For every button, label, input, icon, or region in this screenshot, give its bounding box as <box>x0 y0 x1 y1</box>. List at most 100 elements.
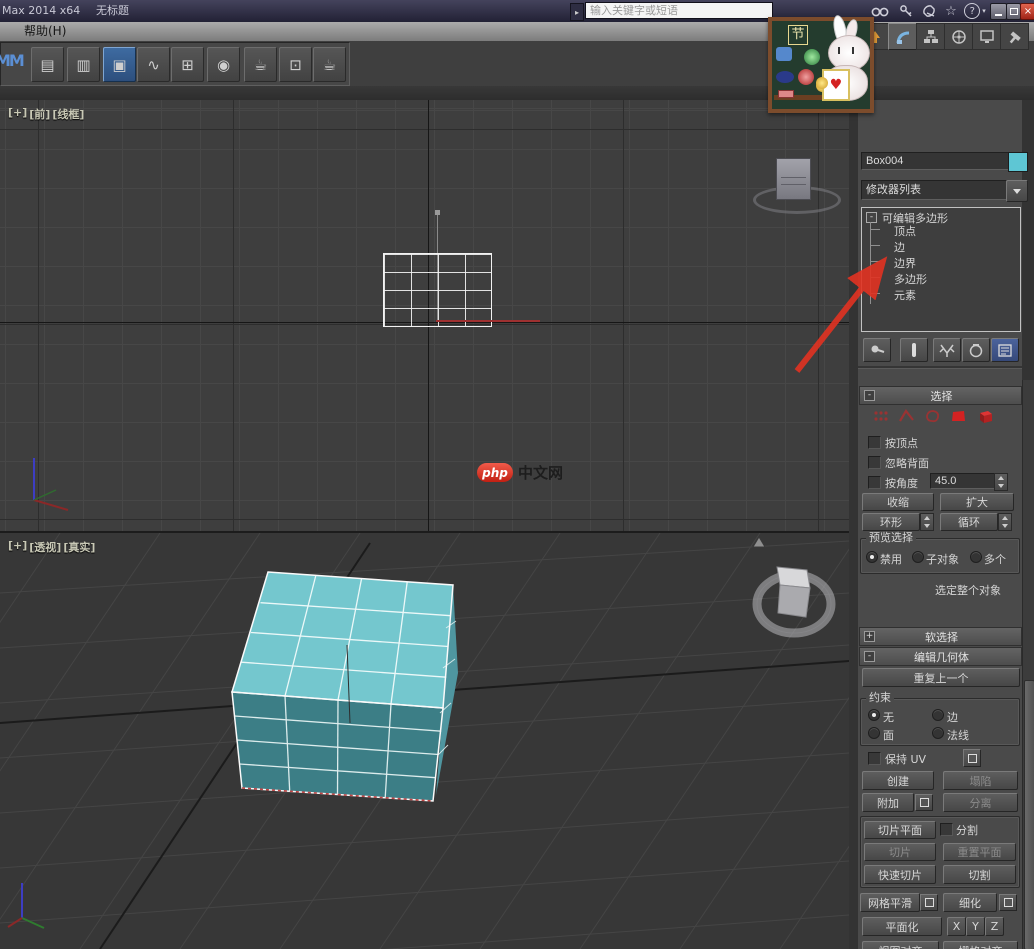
border-subobject-icon[interactable] <box>924 408 941 428</box>
attach-settings-icon[interactable] <box>915 794 933 811</box>
rendered-frame-window-icon[interactable]: ⊡ <box>279 47 312 82</box>
communicate-key-icon[interactable] <box>896 3 916 19</box>
by-vertex-checkbox[interactable] <box>868 436 881 449</box>
edge-subobject-icon[interactable] <box>898 408 915 428</box>
view-align-button[interactable]: 视图对齐 <box>862 941 939 949</box>
reset-plane-button[interactable]: 重置平面 <box>943 843 1016 861</box>
make-unique-icon[interactable] <box>933 338 961 362</box>
tab-modify[interactable] <box>888 23 917 50</box>
remove-modifier-icon[interactable] <box>962 338 990 362</box>
viewport-menu-plus[interactable]: [+] <box>8 539 27 555</box>
mirror-icon[interactable]: MM <box>0 51 23 70</box>
vertex-subobject-icon[interactable] <box>872 408 889 428</box>
make-planar-button[interactable]: 平面化 <box>862 917 942 936</box>
msmooth-button[interactable]: 网格平滑 <box>860 893 920 912</box>
minimize-button[interactable] <box>990 3 1007 20</box>
repeat-last-button[interactable]: 重复上一个 <box>862 668 1020 687</box>
viewport-name[interactable]: [前] <box>29 106 50 122</box>
preview-multi-radio[interactable] <box>970 551 982 563</box>
restore-button[interactable] <box>1006 3 1021 20</box>
polygon-subobject-icon[interactable] <box>950 408 967 428</box>
pin-stack-icon[interactable] <box>863 338 891 362</box>
planar-y-button[interactable]: Y <box>966 917 985 936</box>
modifier-stack[interactable]: - 可编辑多边形 顶点 边 边界 多边形 元素 <box>861 207 1021 332</box>
preserve-uv-settings-icon[interactable] <box>963 749 981 767</box>
collapse-button[interactable]: 塌陷 <box>943 771 1018 790</box>
cut-button[interactable]: 切割 <box>943 865 1016 884</box>
slice-button[interactable]: 切片 <box>864 843 936 861</box>
stack-item-border[interactable]: 边界 <box>894 255 916 271</box>
split-checkbox[interactable] <box>940 823 953 836</box>
tab-display[interactable] <box>972 23 1001 50</box>
by-angle-checkbox[interactable] <box>868 476 881 489</box>
quickslice-button[interactable]: 快速切片 <box>864 865 936 884</box>
favorites-star-icon[interactable]: ☆ <box>941 3 961 19</box>
viewport-perspective[interactable]: [+] [透视] [真实] <box>0 533 849 949</box>
ring-button[interactable]: 环形 <box>862 513 920 531</box>
stack-item-polygon[interactable]: 多边形 <box>894 271 927 287</box>
render-production-icon[interactable]: ☕ <box>313 47 346 82</box>
preview-disable-radio[interactable] <box>866 551 878 563</box>
rollout-edit-geometry-header[interactable]: - 编辑几何体 <box>859 647 1022 666</box>
material-editor-icon[interactable]: ◉ <box>207 47 240 82</box>
schematic-view-icon[interactable]: ⊞ <box>171 47 204 82</box>
viewport-menu-plus[interactable]: [+] <box>8 106 27 122</box>
viewport-front-label[interactable]: [+] [前] [线框] <box>8 106 84 122</box>
object-name-field[interactable] <box>861 152 1009 170</box>
rollout-selection-header[interactable]: - 选择 <box>859 386 1022 405</box>
viewport-shading[interactable]: [线框] <box>52 106 84 122</box>
angle-value-field[interactable] <box>930 473 998 489</box>
viewcube-front[interactable] <box>776 158 811 200</box>
viewport-name[interactable]: [透视] <box>29 539 61 555</box>
render-setup-icon[interactable]: ☕ <box>244 47 277 82</box>
menu-help[interactable]: 帮助(H) <box>14 22 76 41</box>
constraint-none-radio[interactable] <box>868 709 880 721</box>
constraint-edge-radio[interactable] <box>932 709 944 721</box>
tab-motion[interactable] <box>944 23 973 50</box>
attach-button[interactable]: 附加 <box>862 793 914 812</box>
rollout-soft-selection-header[interactable]: + 软选择 <box>859 627 1022 646</box>
layer-manager-icon[interactable]: ▤ <box>31 47 64 82</box>
satellite-icon[interactable] <box>919 3 939 19</box>
msmooth-settings-icon[interactable] <box>920 894 938 911</box>
constraint-face-radio[interactable] <box>868 727 880 739</box>
constraint-normal-radio[interactable] <box>932 727 944 739</box>
ring-spinner[interactable] <box>920 513 934 531</box>
angle-spinner[interactable] <box>994 473 1008 491</box>
stack-collapse-box[interactable]: - <box>866 212 877 223</box>
tab-utilities[interactable] <box>1000 23 1029 50</box>
scene-explorer-icon[interactable]: ▥ <box>67 47 100 82</box>
show-end-result-icon[interactable] <box>900 338 928 362</box>
grid-align-button[interactable]: 栅格对齐 <box>943 941 1018 949</box>
loop-button[interactable]: 循环 <box>940 513 998 531</box>
loop-spinner[interactable] <box>998 513 1012 531</box>
preview-subobj-radio[interactable] <box>912 551 924 563</box>
configure-modifier-sets-icon[interactable] <box>991 338 1019 362</box>
tessellate-settings-icon[interactable] <box>999 894 1017 911</box>
stack-item-edge[interactable]: 边 <box>894 239 905 255</box>
collapse-icon[interactable]: - <box>864 390 875 401</box>
toggle-ribbon-icon[interactable]: ▣ <box>103 47 136 82</box>
object-color-swatch[interactable] <box>1008 152 1028 172</box>
viewport-persp-label[interactable]: [+] [透视] [真实] <box>8 539 95 555</box>
close-button[interactable]: × <box>1020 3 1034 20</box>
planar-z-button[interactable]: Z <box>985 917 1004 936</box>
element-subobject-icon[interactable] <box>976 408 994 428</box>
modifier-list-dropdown[interactable]: 修改器列表 <box>861 180 1007 200</box>
viewport-front[interactable]: [+] [前] [线框] php 中文网 <box>0 100 849 531</box>
ignore-backfacing-checkbox[interactable] <box>868 456 881 469</box>
stack-item-element[interactable]: 元素 <box>894 287 916 303</box>
tessellate-button[interactable]: 细化 <box>943 893 997 912</box>
stack-item-vertex[interactable]: 顶点 <box>894 223 916 239</box>
selected-edge-red[interactable] <box>436 320 540 322</box>
toolbar-overflow-button[interactable]: ▸ <box>570 3 584 21</box>
search-input[interactable] <box>585 2 773 19</box>
wireframe-box-object[interactable] <box>383 253 492 327</box>
planar-x-button[interactable]: X <box>947 917 966 936</box>
collapse-icon[interactable]: - <box>864 651 875 662</box>
curve-editor-icon[interactable]: ∿ <box>137 47 170 82</box>
modifier-list-arrow[interactable] <box>1006 180 1028 202</box>
detach-button[interactable]: 分离 <box>943 793 1018 812</box>
slice-plane-button[interactable]: 切片平面 <box>864 821 936 839</box>
panel-scrollbar[interactable] <box>1022 380 1034 949</box>
